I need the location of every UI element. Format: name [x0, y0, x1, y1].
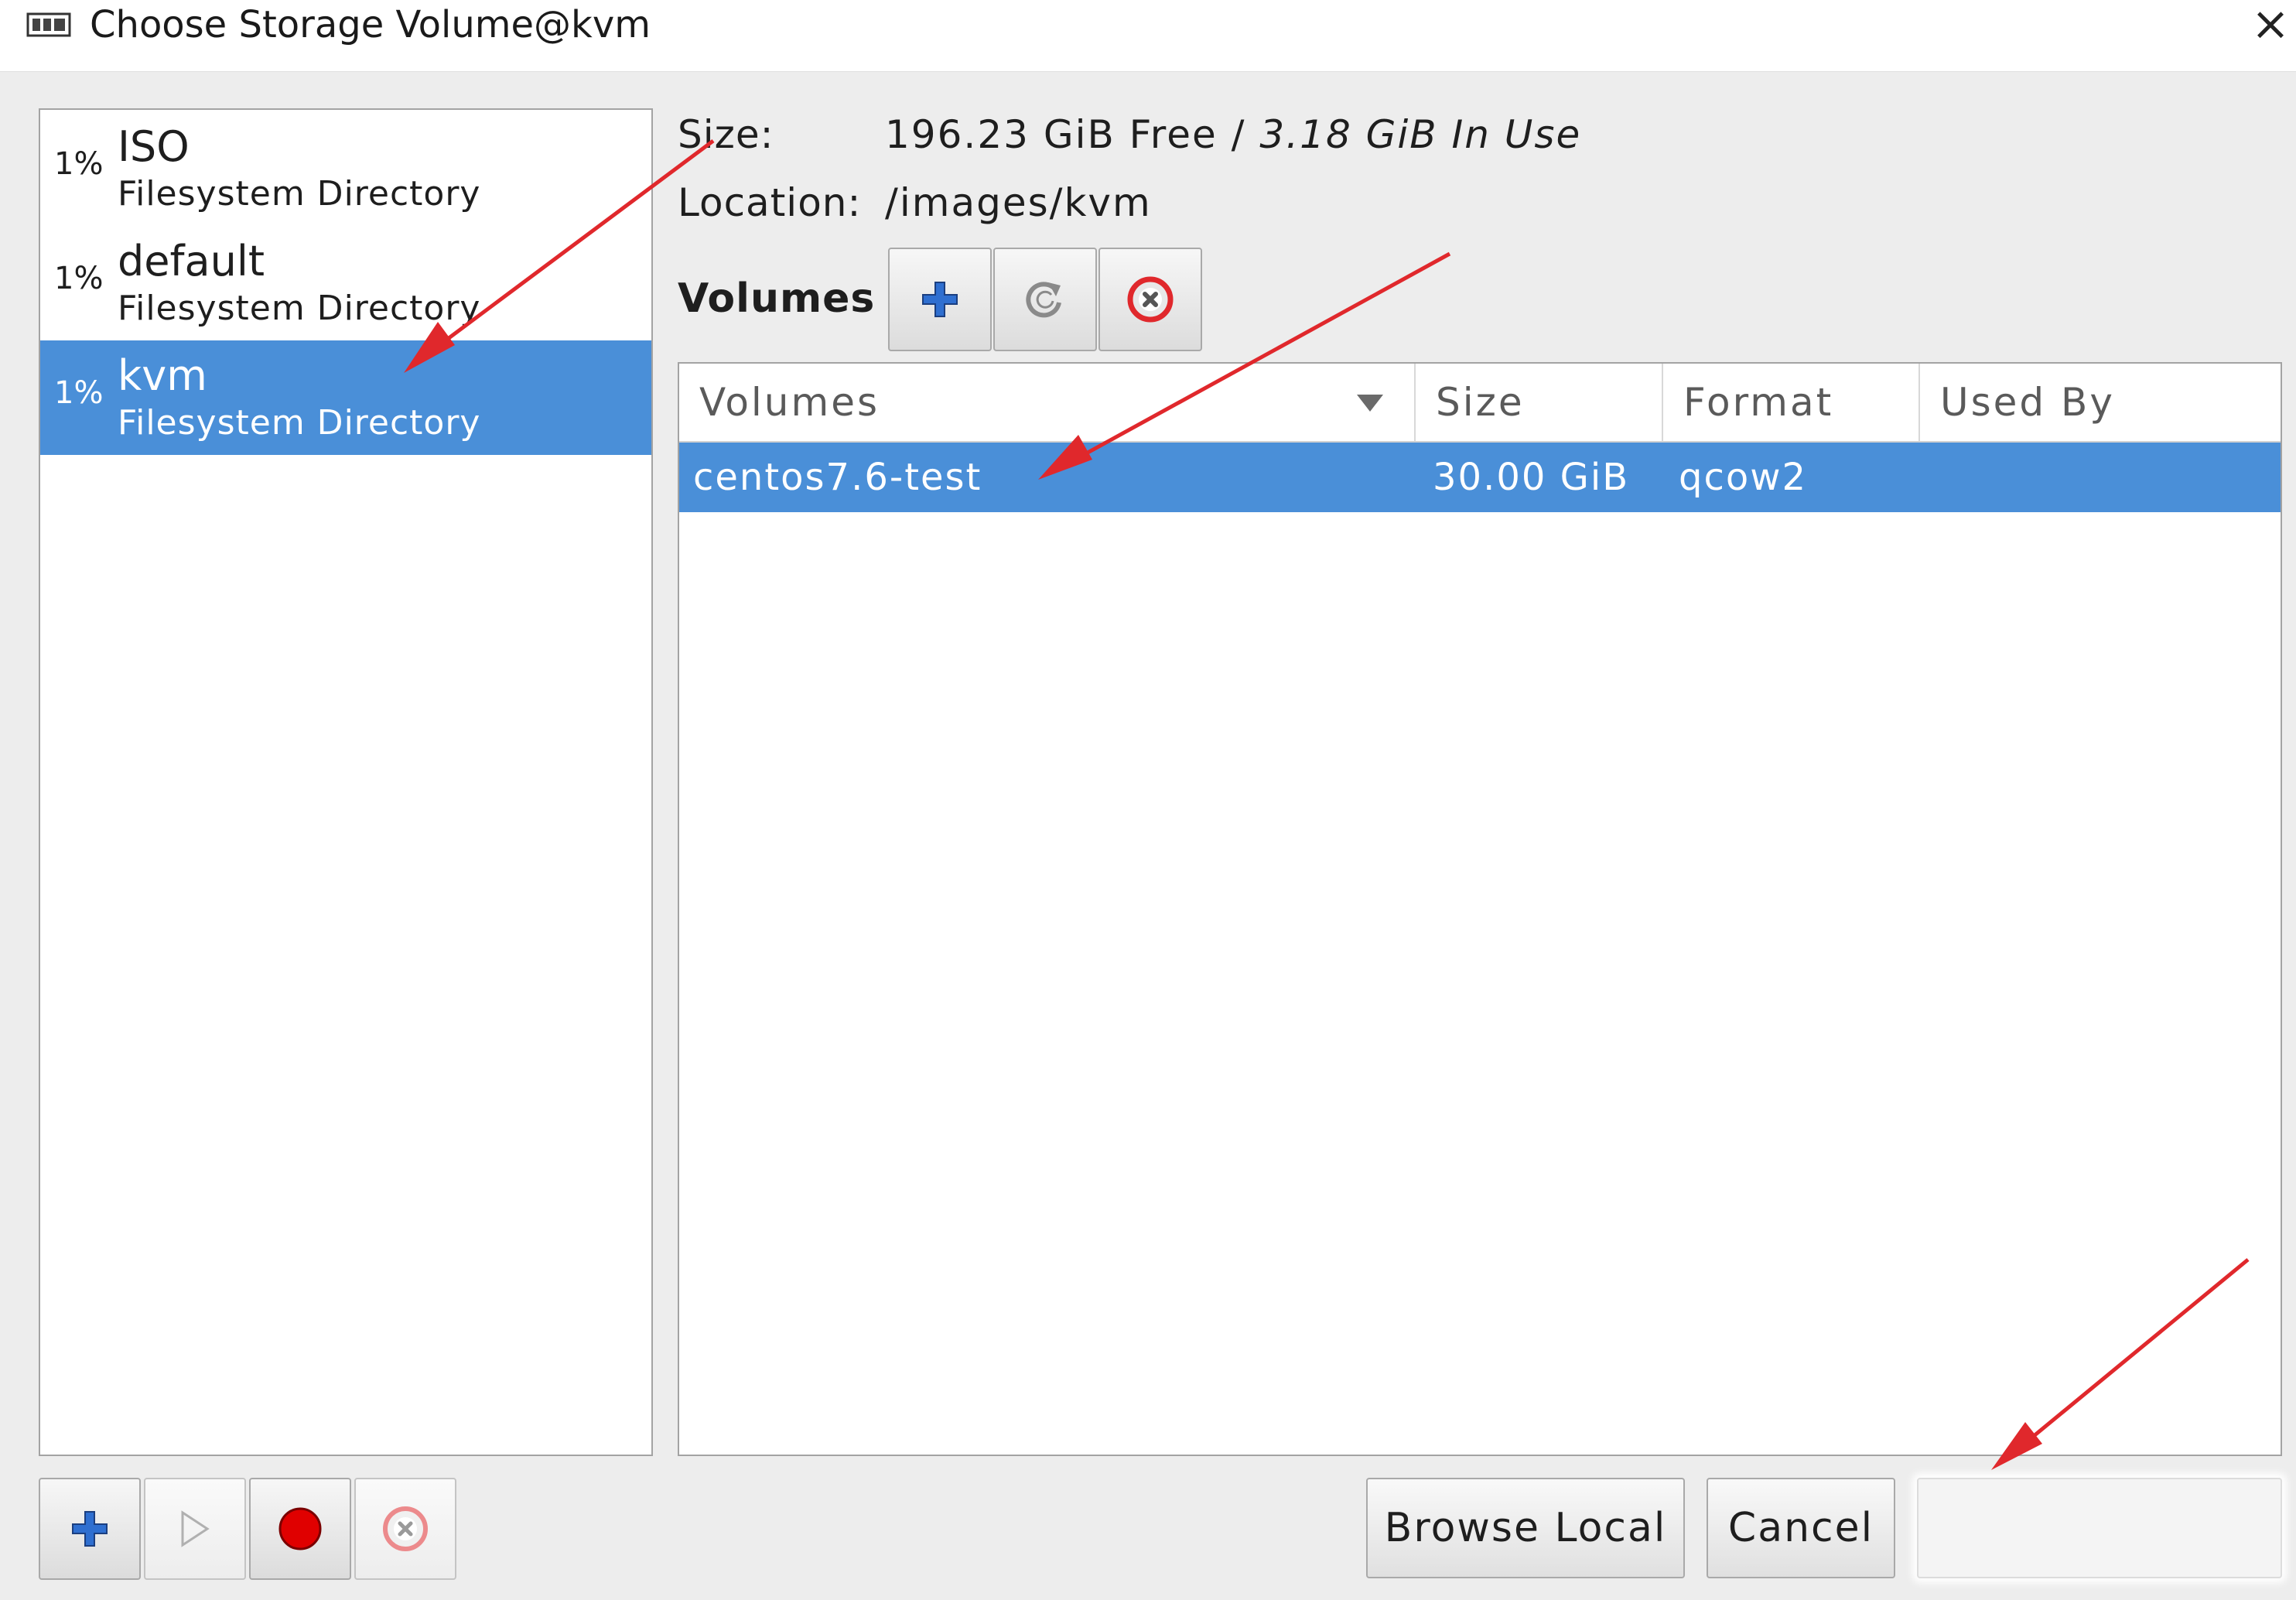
delete-icon [1127, 276, 1174, 323]
pool-type: Filesystem Directory [118, 174, 481, 214]
volumes-heading: Volumes [678, 275, 876, 322]
app-icon [26, 12, 71, 37]
volume-size: 30.00 GiB [1433, 456, 1630, 499]
browse-local-button[interactable]: Browse Local [1366, 1478, 1685, 1578]
pool-name: kvm [118, 351, 207, 400]
location-label: Location: [678, 180, 862, 225]
pool-item-default[interactable]: 1% default Filesystem Directory [40, 226, 651, 340]
column-label: Volumes [699, 380, 880, 425]
add-icon [922, 282, 958, 317]
pool-usage: 1% [54, 261, 104, 296]
sort-down-icon [1357, 395, 1383, 412]
table-header: Volumes Size Format Used By [679, 364, 2281, 443]
column-header-format[interactable]: Format [1662, 364, 1918, 441]
location-value: /images/kvm [885, 180, 1152, 225]
column-header-volumes[interactable]: Volumes [679, 364, 1414, 441]
pool-name: ISO [118, 122, 190, 171]
volume-table[interactable]: Volumes Size Format Used By centos7.6-te… [678, 362, 2282, 1456]
cancel-button[interactable]: Cancel [1707, 1478, 1895, 1578]
refresh-icon [1026, 282, 1061, 318]
delete-pool-button[interactable] [354, 1478, 456, 1580]
stop-pool-icon [278, 1507, 322, 1550]
add-pool-button[interactable] [39, 1478, 141, 1580]
delete-pool-icon [383, 1506, 428, 1551]
stop-pool-button[interactable] [249, 1478, 351, 1580]
pool-type: Filesystem Directory [118, 289, 481, 328]
column-label: Format [1683, 380, 1834, 425]
add-pool-icon [72, 1511, 108, 1547]
storage-pool-list[interactable]: 1% ISO Filesystem Directory 1% default F… [39, 108, 653, 1456]
pool-type: Filesystem Directory [118, 403, 481, 443]
pool-item-iso[interactable]: 1% ISO Filesystem Directory [40, 111, 651, 226]
choose-volume-button[interactable] [1917, 1478, 2282, 1578]
size-free: 196.23 GiB Free [885, 112, 1218, 157]
size-separator: / [1217, 112, 1260, 157]
add-volume-button[interactable] [888, 248, 992, 351]
start-pool-button[interactable] [144, 1478, 246, 1580]
column-header-used-by[interactable]: Used By [1918, 364, 2281, 441]
pool-usage: 1% [54, 146, 104, 182]
size-in-use: 3.18 GiB In Use [1259, 112, 1582, 157]
volume-format: qcow2 [1679, 456, 1808, 499]
pool-name: default [118, 237, 265, 285]
delete-volume-button[interactable] [1098, 248, 1202, 351]
size-label: Size: [678, 112, 774, 157]
column-label: Used By [1940, 380, 2115, 425]
column-header-size[interactable]: Size [1414, 364, 1662, 441]
table-row[interactable]: centos7.6-test 30.00 GiB qcow2 [679, 443, 2281, 512]
window-title: Choose Storage Volume@kvm [90, 3, 651, 46]
pool-usage: 1% [54, 375, 104, 411]
close-icon[interactable]: × [2248, 1, 2293, 47]
refresh-volumes-button[interactable] [993, 248, 1097, 351]
pool-item-kvm[interactable]: 1% kvm Filesystem Directory [40, 340, 651, 455]
start-pool-icon [181, 1510, 210, 1547]
title-bar: Choose Storage Volume@kvm × [0, 0, 2296, 72]
volume-name: centos7.6-test [693, 456, 982, 499]
column-label: Size [1436, 380, 1525, 425]
size-value: 196.23 GiB Free / 3.18 GiB In Use [885, 111, 1581, 158]
